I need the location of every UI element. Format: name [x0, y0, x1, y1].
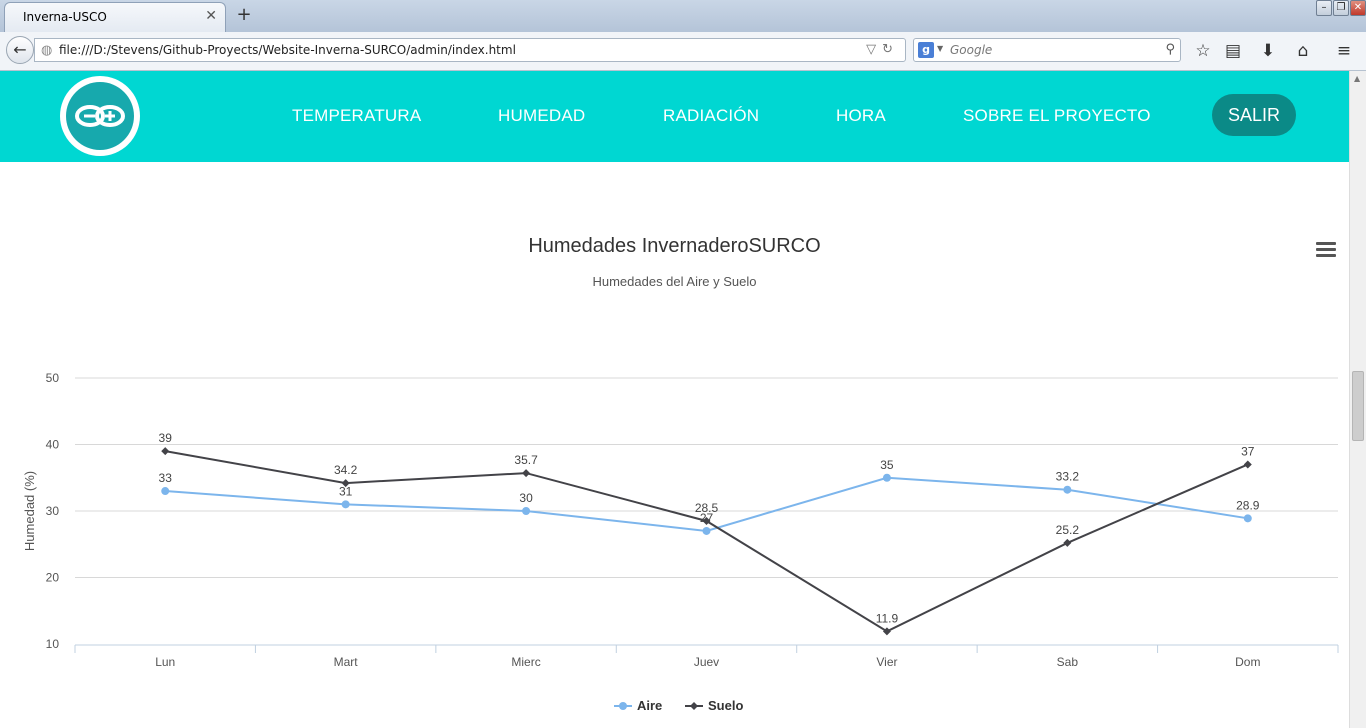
data-point-aire — [522, 507, 531, 515]
y-tick-label: 50 — [46, 371, 60, 385]
data-point-suelo — [1243, 460, 1252, 469]
data-label: 11.9 — [876, 611, 899, 625]
data-label: 28.9 — [1236, 498, 1260, 512]
legend-label: Aire — [637, 698, 662, 713]
data-label: 35.7 — [514, 453, 538, 467]
data-label: 33.2 — [1056, 470, 1080, 484]
scrollbar[interactable]: ▲ — [1349, 71, 1366, 728]
search-icon[interactable]: ⚲ — [1165, 42, 1175, 57]
humidity-chart: Humedades InvernaderoSURCO Humedades del… — [0, 162, 1349, 728]
menu-icon[interactable]: ≡ — [1333, 40, 1355, 62]
plus-icon[interactable]: + — [234, 4, 254, 25]
tab-strip: Inverna-USCO ✕ + – ❐ ✕ — [0, 0, 1366, 33]
data-point-aire — [341, 500, 350, 509]
browser-tab[interactable]: Inverna-USCO ✕ — [4, 2, 226, 32]
data-label: 28.5 — [695, 501, 719, 515]
minimize-icon[interactable]: – — [1316, 0, 1332, 16]
page-content: TEMPERATURA HUMEDAD RADIACIÓN HORA SOBRE… — [0, 71, 1349, 728]
data-label: 34.2 — [334, 463, 358, 477]
nav-radiacion[interactable]: RADIACIÓN — [663, 106, 759, 126]
reading-list-icon[interactable]: ▤ — [1222, 40, 1244, 62]
home-icon[interactable]: ⌂ — [1292, 40, 1314, 62]
download-icon[interactable]: ⬇ — [1257, 40, 1279, 62]
x-tick-label: Sab — [1057, 655, 1079, 669]
window-close-icon[interactable]: ✕ — [1350, 0, 1366, 16]
url-text: file:///D:/Stevens/Github-Proyects/Websi… — [59, 43, 516, 57]
data-point-suelo — [161, 447, 170, 456]
chevron-down-icon[interactable]: ▼ — [937, 44, 943, 53]
back-arrow-icon[interactable]: ← — [6, 36, 34, 64]
data-point-aire — [702, 526, 711, 535]
data-point-suelo — [1063, 538, 1072, 547]
nav-hora[interactable]: HORA — [836, 106, 886, 126]
x-tick-label: Mart — [334, 655, 359, 669]
data-label: 25.2 — [1056, 523, 1080, 537]
maximize-icon[interactable]: ❐ — [1333, 0, 1349, 16]
legend-marker — [690, 702, 698, 710]
data-point-aire — [882, 473, 891, 482]
logout-button[interactable]: SALIR — [1212, 94, 1296, 136]
x-tick-label: Juev — [694, 655, 719, 669]
x-tick-label: Dom — [1235, 655, 1260, 669]
x-tick-label: Vier — [876, 655, 897, 669]
scroll-up-arrow-icon[interactable]: ▲ — [1354, 74, 1360, 83]
data-label: 30 — [519, 491, 533, 505]
x-tick-label: Mierc — [511, 655, 540, 669]
url-bar[interactable]: ◍ file:///D:/Stevens/Github-Proyects/Web… — [34, 38, 906, 62]
data-label: 37 — [1241, 444, 1255, 458]
globe-icon: ◍ — [41, 43, 53, 58]
nav-temperatura[interactable]: TEMPERATURA — [292, 106, 421, 126]
close-icon[interactable]: ✕ — [205, 8, 217, 24]
y-axis-title: Humedad (%) — [22, 471, 37, 551]
data-label: 39 — [159, 431, 173, 445]
data-point-aire — [1243, 514, 1252, 523]
x-tick-label: Lun — [155, 655, 175, 669]
series-line-suelo — [165, 450, 1249, 633]
scrollbar-thumb[interactable] — [1352, 371, 1364, 441]
nav-humedad[interactable]: HUMEDAD — [498, 106, 585, 126]
browser-navbar: ← ◍ file:///D:/Stevens/Github-Proyects/W… — [0, 32, 1366, 71]
chart-plot: 10 20 30 40 50 Lun Mart Mierc Juev Vier Sab Dom Hume… — [22, 371, 1339, 713]
arduino-logo[interactable] — [60, 76, 140, 156]
site-header: TEMPERATURA HUMEDAD RADIACIÓN HORA SOBRE… — [0, 71, 1349, 162]
google-icon[interactable]: g — [918, 42, 934, 58]
y-tick-label: 30 — [46, 504, 60, 518]
search-placeholder: Google — [950, 43, 993, 57]
data-point-aire — [161, 487, 170, 496]
data-point-suelo — [522, 469, 531, 478]
bookmark-star-icon[interactable]: ☆ — [1192, 40, 1214, 62]
data-label: 33 — [159, 471, 173, 485]
search-bar[interactable]: g ▼ Google ⚲ — [913, 38, 1181, 62]
legend-label: Suelo — [708, 698, 743, 713]
reload-icon[interactable]: ▽↻ — [866, 42, 899, 57]
tab-title: Inverna-USCO — [23, 10, 107, 24]
data-label: 35 — [880, 458, 894, 472]
legend-marker — [619, 702, 627, 710]
data-point-aire — [1063, 485, 1072, 494]
infinity-logo-icon — [75, 105, 125, 127]
y-tick-label: 10 — [46, 637, 60, 651]
y-tick-label: 40 — [46, 438, 60, 452]
nav-sobre-el-proyecto[interactable]: SOBRE EL PROYECTO — [963, 106, 1151, 126]
y-tick-label: 20 — [46, 571, 60, 585]
